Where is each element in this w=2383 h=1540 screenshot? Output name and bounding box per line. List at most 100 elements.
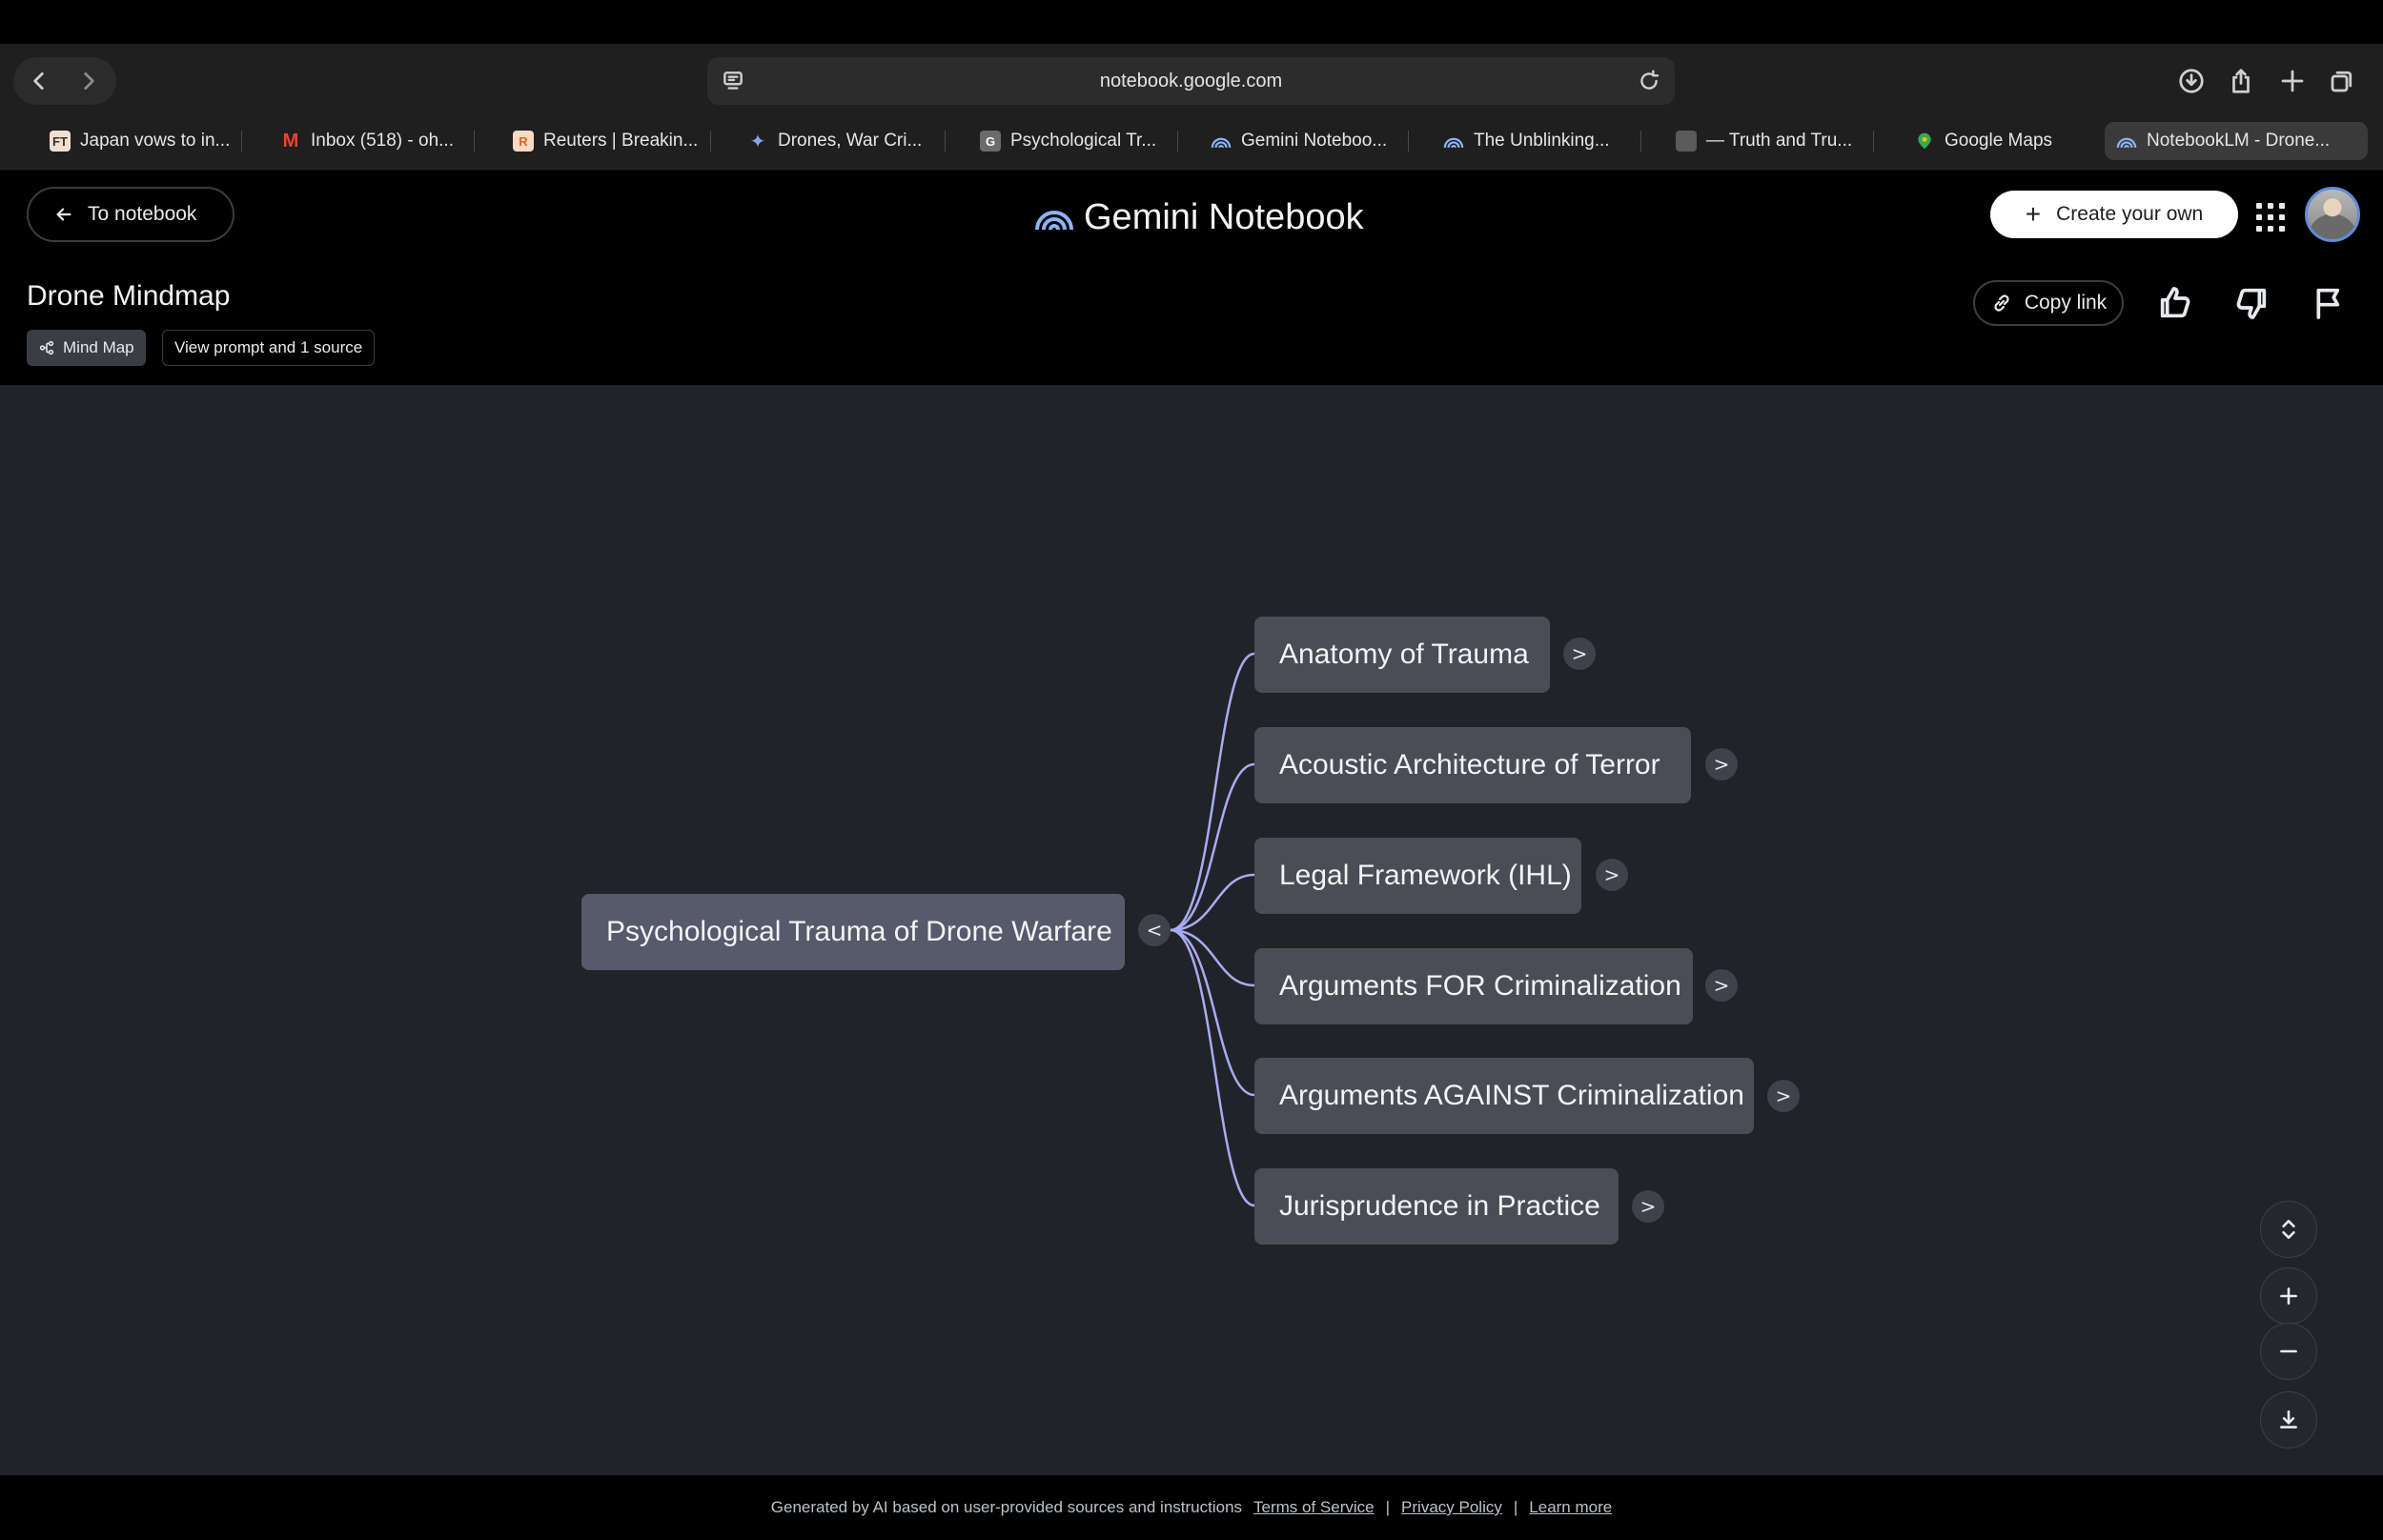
tab-separator	[1640, 131, 1641, 152]
reload-icon[interactable]	[1637, 69, 1661, 93]
tab-label: Japan vows to in...	[80, 131, 231, 151]
mind-map-links	[1170, 652, 1255, 1207]
expand-node-toggle[interactable]: >	[1705, 748, 1738, 780]
mind-map-badge: Mind Map	[27, 330, 146, 366]
copy-link-button[interactable]: Copy link	[1973, 280, 2124, 326]
mind-map-root-node[interactable]: Psychological Trauma of Drone Warfare	[581, 894, 1125, 970]
zoom-out-button[interactable]	[2260, 1323, 2317, 1380]
browser-tab[interactable]: FT Japan vows to in...	[38, 122, 242, 160]
downloads-icon[interactable]	[2177, 67, 2206, 95]
notebook-arc-icon	[2116, 131, 2137, 152]
tab-separator	[1408, 131, 1409, 152]
view-prompt-button[interactable]: View prompt and 1 source	[162, 330, 376, 366]
page-title: Drone Mindmap	[27, 280, 231, 312]
brand-logo[interactable]: Gemini Notebook	[1034, 191, 1364, 244]
mind-map-node-legal-framework[interactable]: Legal Framework (IHL)	[1254, 838, 1581, 914]
notebook-arc-icon	[1035, 211, 1073, 231]
tab-label: Reuters | Breakin...	[543, 131, 699, 151]
browser-tab[interactable]: G Psychological Tr...	[968, 122, 1178, 160]
to-notebook-button[interactable]: To notebook	[27, 187, 234, 242]
url-text: notebook.google.com	[1099, 71, 1283, 91]
brand-name: Gemini Notebook	[1084, 196, 1364, 237]
tab-separator	[474, 131, 475, 152]
tab-bar: FT Japan vows to in... M Inbox (518) - o…	[0, 118, 2383, 170]
expand-all-button[interactable]	[2260, 1201, 2317, 1258]
download-icon	[2280, 1410, 2297, 1429]
chevron-left-icon	[33, 72, 44, 90]
tab-separator	[1177, 131, 1178, 152]
expand-node-toggle[interactable]: >	[1705, 969, 1738, 1002]
avatar[interactable]	[2305, 187, 2360, 242]
browser-tab[interactable]: Gemini Noteboo...	[1199, 122, 1409, 160]
thumbs-down-icon[interactable]	[2232, 284, 2271, 322]
reuters-icon: R	[513, 131, 534, 152]
browser-tab[interactable]: M Inbox (518) - oh...	[269, 122, 475, 160]
browser-tab[interactable]: The Unblinking...	[1432, 122, 1641, 160]
tab-separator	[710, 131, 711, 152]
notebook-arc-icon	[1443, 131, 1464, 152]
mind-map-canvas[interactable]: Psychological Trauma of Drone Warfare < …	[0, 385, 2383, 1475]
zoom-in-button[interactable]	[2260, 1267, 2317, 1325]
to-notebook-label: To notebook	[88, 203, 197, 225]
apps-grid-icon[interactable]	[2251, 198, 2285, 232]
tab-label: Google Maps	[1945, 131, 2053, 151]
map-pin-icon	[1914, 131, 1935, 152]
create-your-own-button[interactable]: + Create your own	[1990, 191, 2238, 238]
mind-map-node-acoustic-architecture[interactable]: Acoustic Architecture of Terror	[1254, 727, 1691, 803]
plus-icon: +	[2025, 199, 2042, 229]
mind-map-node-arguments-for[interactable]: Arguments FOR Criminalization	[1254, 948, 1693, 1024]
unfold-icon	[2282, 1220, 2295, 1239]
footer-separator: |	[1385, 1498, 1391, 1516]
mind-map-node-arguments-against[interactable]: Arguments AGAINST Criminalization	[1254, 1058, 1754, 1134]
tab-separator	[1873, 131, 1874, 152]
arrow-left-icon	[56, 208, 71, 221]
mind-map-node-jurisprudence[interactable]: Jurisprudence in Practice	[1254, 1168, 1619, 1245]
footer: Generated by AI based on user-provided s…	[0, 1475, 2383, 1540]
browser-tab[interactable]: ✦ Drones, War Cri...	[736, 122, 946, 160]
google-doc-icon: G	[980, 131, 1001, 152]
notebook-arc-icon	[1211, 131, 1232, 152]
cube-icon	[1676, 131, 1697, 152]
gemini-sparkle-icon: ✦	[749, 131, 766, 152]
footer-disclaimer: Generated by AI based on user-provided s…	[770, 1498, 1243, 1516]
tab-label: Gemini Noteboo...	[1241, 131, 1388, 151]
tab-label: Psychological Tr...	[1010, 131, 1157, 151]
address-bar[interactable]: notebook.google.com	[707, 57, 1675, 105]
thumbs-up-icon[interactable]	[2156, 284, 2194, 322]
expand-node-toggle[interactable]: >	[1563, 638, 1596, 670]
mind-map-label: Mind Map	[63, 338, 134, 356]
expand-node-toggle[interactable]: >	[1632, 1190, 1664, 1223]
flag-icon[interactable]	[2311, 284, 2349, 322]
back-button[interactable]	[15, 57, 63, 105]
browser-tab[interactable]: R Reuters | Breakin...	[501, 122, 711, 160]
terms-link[interactable]: Terms of Service	[1253, 1498, 1375, 1517]
collapse-root-toggle[interactable]: <	[1138, 914, 1171, 946]
tab-label: Drones, War Cri...	[778, 131, 923, 151]
new-tab-icon[interactable]	[2278, 67, 2307, 95]
tab-separator	[241, 131, 242, 152]
mind-map-icon	[39, 340, 54, 355]
window-top-strip	[0, 0, 2383, 44]
tab-separator	[945, 131, 946, 152]
browser-toolbar: notebook.google.com	[0, 44, 2383, 118]
expand-node-toggle[interactable]: >	[1596, 859, 1628, 891]
browser-tab[interactable]: — Truth and Tru...	[1664, 122, 1874, 160]
copy-link-label: Copy link	[2024, 292, 2108, 314]
create-label: Create your own	[2056, 203, 2204, 225]
tab-overview-icon[interactable]	[2328, 67, 2356, 95]
app-header: To notebook Gemini Notebook + Create you…	[0, 170, 2383, 385]
link-icon	[1994, 294, 2009, 312]
browser-tab[interactable]: Google Maps	[1903, 122, 2103, 160]
mind-map-node-anatomy-of-trauma[interactable]: Anatomy of Trauma	[1254, 617, 1550, 693]
footer-separator: |	[1513, 1498, 1518, 1516]
share-icon[interactable]	[2227, 67, 2255, 95]
tab-label: NotebookLM - Drone...	[2147, 131, 2331, 151]
learn-more-link[interactable]: Learn more	[1529, 1498, 1612, 1517]
expand-node-toggle[interactable]: >	[1767, 1080, 1800, 1112]
download-button[interactable]	[2260, 1391, 2317, 1449]
privacy-link[interactable]: Privacy Policy	[1401, 1498, 1502, 1517]
browser-tab-active[interactable]: NotebookLM - Drone...	[2105, 122, 2368, 160]
forward-button[interactable]	[65, 57, 112, 105]
chevron-right-icon	[84, 72, 94, 90]
plus-icon	[2280, 1287, 2297, 1305]
